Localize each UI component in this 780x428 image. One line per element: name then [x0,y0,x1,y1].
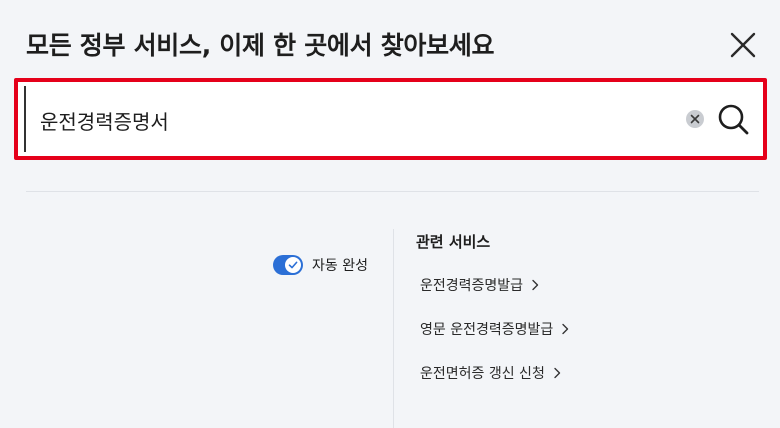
close-button[interactable] [726,28,760,62]
search-box [14,78,767,160]
related-service-label: 운전경력증명발급 [420,278,524,294]
chevron-right-icon [531,279,539,291]
search-field-wrapper [24,86,759,154]
page-title: 모든 정부 서비스, 이제 한 곳에서 찾아보세요 [26,31,495,60]
column-divider [393,229,394,428]
clear-search-button[interactable] [686,110,704,128]
related-services: 관련 서비스 운전경력증명발급 영문 운전경력증명발급 운전면허증 갱신 신청 [416,232,569,406]
related-service-link[interactable]: 운전면허증 갱신 신청 [416,362,569,384]
chevron-right-icon [553,367,561,379]
search-icon [718,104,749,135]
clear-icon [690,114,700,124]
autocomplete-label: 자동 완성 [312,258,368,274]
related-service-link[interactable]: 영문 운전경력증명발급 [416,318,569,340]
search-button[interactable] [716,102,750,136]
related-service-link[interactable]: 운전경력증명발급 [416,274,569,296]
toggle-knob [285,257,301,273]
related-services-title: 관련 서비스 [416,233,491,251]
related-service-label: 운전면허증 갱신 신청 [420,366,545,382]
toggle-switch[interactable] [273,255,303,275]
chevron-right-icon [561,323,569,335]
related-service-label: 영문 운전경력증명발급 [420,322,554,338]
autocomplete-toggle[interactable]: 자동 완성 [273,254,368,276]
search-overlay: 모든 정부 서비스, 이제 한 곳에서 찾아보세요 운전경력증명서 자동 완성 … [0,0,780,428]
section-divider [26,191,759,192]
close-icon [730,32,756,58]
search-input[interactable] [38,86,662,154]
check-icon [288,261,298,269]
